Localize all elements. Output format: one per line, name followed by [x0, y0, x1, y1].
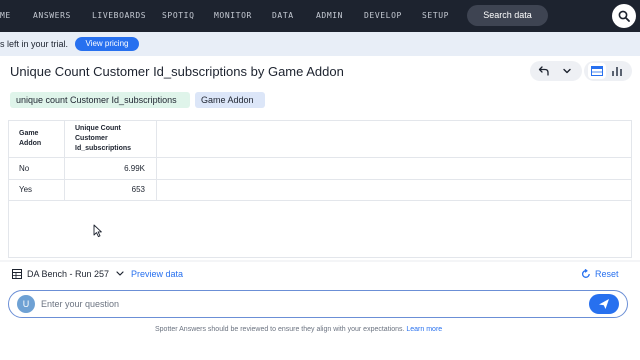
bar-chart-icon[interactable] — [611, 65, 623, 77]
column-divider — [64, 121, 65, 201]
undo-menu-group — [530, 61, 582, 81]
search-data-button[interactable]: Search data — [467, 5, 548, 26]
search-button[interactable] — [612, 4, 636, 28]
spotter-panel: DA Bench - Run 257 Preview data Reset U … — [0, 262, 640, 360]
row-divider — [9, 157, 631, 158]
table-cell-game-addon: No — [19, 164, 30, 173]
answer-title: Unique Count Customer Id_subscriptions b… — [10, 64, 344, 79]
send-button[interactable] — [589, 294, 619, 314]
nav-item-answers[interactable]: ANSWERS — [33, 11, 71, 20]
table-cell-count: 6.99K — [124, 164, 145, 173]
table-cell-game-addon: Yes — [19, 185, 33, 194]
view-pricing-button[interactable]: View pricing — [75, 37, 139, 51]
reset-button[interactable]: Reset — [581, 268, 621, 282]
nav-item-data[interactable]: DATA — [272, 11, 294, 20]
avatar: U — [17, 295, 35, 313]
nav-item-spotiq[interactable]: SPOTIQ — [162, 11, 195, 20]
view-toggle-group — [584, 61, 632, 81]
column-divider — [156, 121, 157, 201]
top-nav: ME ANSWERS LIVEBOARDS SPOTIQ MONITOR DAT… — [0, 0, 640, 32]
nav-item-admin[interactable]: ADMIN — [316, 11, 343, 20]
chevron-down-icon[interactable] — [562, 66, 572, 76]
search-icon — [618, 10, 630, 22]
trial-text: s left in your trial. — [0, 39, 69, 49]
datasource-table-icon — [12, 269, 22, 279]
row-divider — [9, 179, 631, 180]
nav-item-setup[interactable]: SETUP — [422, 11, 449, 20]
column-header-unique-count[interactable]: Unique Count Customer Id_subscriptions — [75, 124, 155, 154]
question-input[interactable] — [41, 296, 581, 312]
preview-data-link[interactable]: Preview data — [131, 269, 183, 279]
disclaimer: Spotter Answers should be reviewed to en… — [155, 326, 442, 333]
table-icon — [591, 66, 603, 76]
measure-chip[interactable]: unique count Customer Id_subscriptions — [10, 92, 190, 108]
row-divider — [9, 200, 631, 201]
table-view-button[interactable] — [588, 63, 606, 79]
chevron-down-icon[interactable] — [116, 271, 124, 277]
nav-item-liveboards[interactable]: LIVEBOARDS — [92, 11, 146, 20]
datasource-name[interactable]: DA Bench - Run 257 — [27, 269, 109, 279]
send-icon — [599, 299, 609, 309]
question-box: U — [8, 290, 628, 318]
trial-banner: s left in your trial. View pricing — [0, 32, 640, 56]
undo-icon[interactable] — [538, 65, 550, 77]
attribute-chip[interactable]: Game Addon — [195, 92, 265, 108]
nav-item-monitor[interactable]: MONITOR — [214, 11, 252, 20]
nav-item-home[interactable]: ME — [0, 11, 11, 20]
reset-icon — [581, 269, 590, 278]
mouse-cursor-icon — [93, 224, 102, 238]
nav-item-develop[interactable]: DEVELOP — [364, 11, 402, 20]
reset-label: Reset — [595, 269, 619, 279]
learn-more-link[interactable]: Learn more — [406, 326, 442, 333]
column-header-game-addon[interactable]: Game Addon — [19, 129, 59, 149]
disclaimer-text: Spotter Answers should be reviewed to en… — [155, 326, 405, 333]
table-cell-count: 653 — [131, 185, 145, 194]
